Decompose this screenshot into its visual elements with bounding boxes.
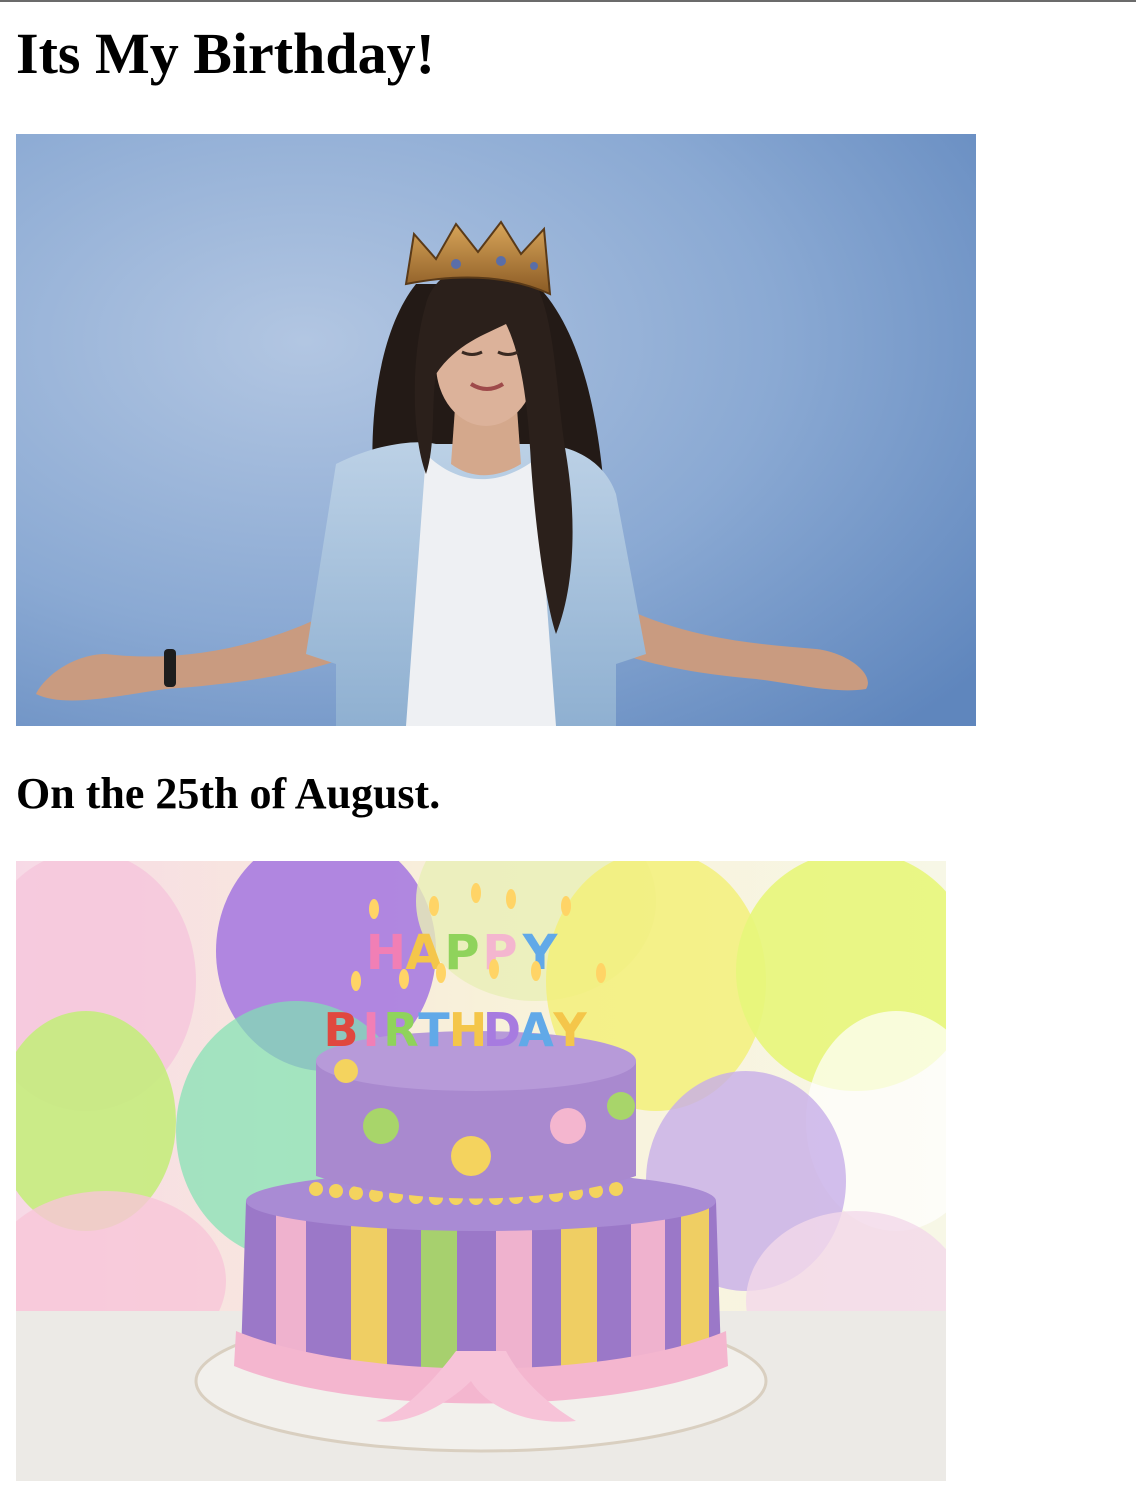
svg-text:Y: Y: [552, 1003, 587, 1057]
svg-text:P: P: [444, 925, 479, 981]
page-top-border: [0, 0, 1136, 2]
svg-text:I: I: [362, 1003, 379, 1057]
svg-text:T: T: [418, 1003, 450, 1057]
page-title: Its My Birthday!: [16, 21, 435, 86]
birthday-date-heading: On the 25th of August.: [16, 769, 441, 818]
svg-text:H: H: [449, 1003, 488, 1057]
svg-text:D: D: [483, 1003, 521, 1057]
svg-text:R: R: [383, 1003, 418, 1057]
svg-text:A: A: [518, 1003, 554, 1057]
svg-text:P: P: [482, 925, 517, 981]
birthday-woman-with-crown-image: [16, 134, 976, 726]
svg-text:H: H: [366, 925, 406, 981]
svg-text:B: B: [323, 1003, 358, 1057]
birthday-cake-image: H A P P Y B I R T H D A Y: [16, 861, 946, 1481]
